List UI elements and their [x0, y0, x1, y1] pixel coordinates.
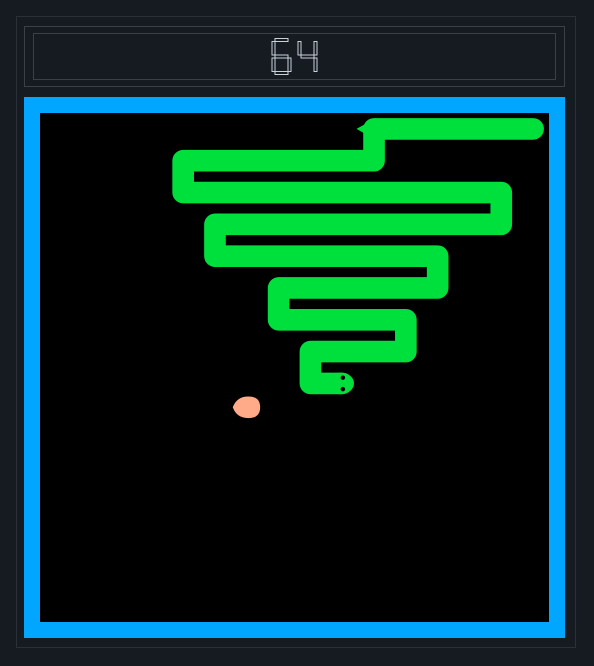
play-field[interactable]	[40, 113, 549, 622]
score-digits	[271, 38, 318, 75]
score-digit-segment	[274, 38, 289, 42]
score-digit-segment	[300, 54, 315, 59]
score-digit-segment	[274, 71, 289, 75]
snake-eye-icon	[340, 386, 346, 392]
score-digit-segment	[297, 41, 302, 56]
play-field-canvas	[172, 118, 544, 419]
snake-body	[172, 118, 544, 395]
score-digit-segment	[271, 41, 276, 56]
snake-head	[327, 372, 354, 395]
score-digit-segment	[287, 57, 292, 72]
score-panel: 64	[24, 26, 565, 87]
score-digit-segment	[274, 54, 289, 59]
game-board[interactable]	[24, 97, 565, 638]
food-pellet	[232, 396, 261, 419]
score-digit-segment	[313, 57, 318, 72]
score-display: 64	[33, 33, 556, 80]
score-digit-segment	[271, 57, 276, 72]
snake-eye-icon	[340, 375, 346, 380]
score-digit-segment	[313, 41, 318, 56]
